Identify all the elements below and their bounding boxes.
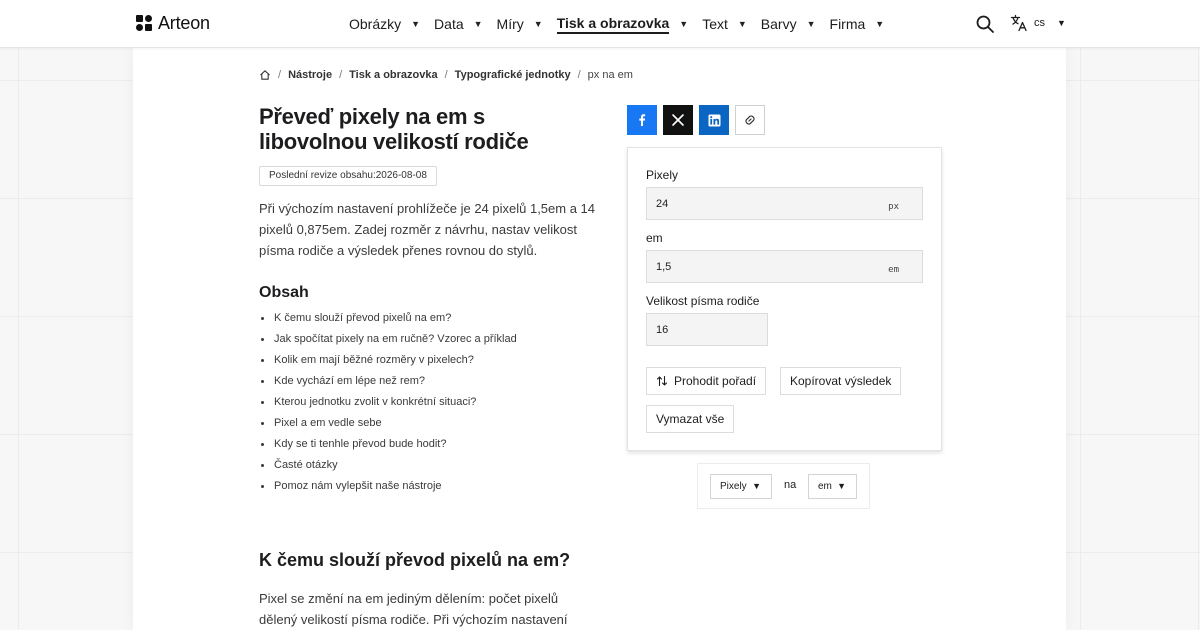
caret-down-icon: ▼ [752, 481, 761, 491]
from-unit-select[interactable]: Pixely ▼ [710, 474, 772, 499]
language-selector[interactable]: cs ▼ [1010, 14, 1066, 32]
swap-arrows-icon [656, 375, 668, 387]
nav-item-label: Firma [829, 16, 866, 32]
toc-item[interactable]: Kde vychází em lépe než rem? [259, 371, 599, 392]
em-label: em [646, 231, 663, 245]
nav-item-label: Barvy [760, 16, 797, 32]
converter-panel: Pixely 24 px em 1,5 em Velikost písma ro… [627, 147, 942, 451]
parent-font-size-input[interactable]: 16 [646, 313, 768, 346]
copy-link-button[interactable] [735, 105, 765, 135]
section-heading: K čemu slouží převod pixelů na em? [259, 550, 571, 570]
facebook-icon [639, 114, 646, 126]
breadcrumb: / Nástroje / Tisk a obrazovka / Typograf… [259, 69, 633, 81]
revision-badge: Poslední revize obsahu:2026-08-08 [259, 166, 437, 186]
search-icon [976, 15, 994, 33]
breadcrumb-item-tools[interactable]: Nástroje [288, 69, 332, 81]
parent-font-size-value: 16 [656, 324, 669, 336]
table-of-contents: K čemu slouží převod pixelů na em? Jak s… [259, 308, 599, 497]
copy-result-button[interactable]: Kopírovat výsledek [780, 367, 902, 395]
toc-item[interactable]: Časté otázky [259, 455, 599, 476]
caret-down-icon: ▼ [737, 19, 747, 29]
breadcrumb-separator: / [278, 69, 282, 81]
nav-item-print-screen[interactable]: Tisk a obrazovka ▼ [556, 15, 689, 34]
nav-item-data[interactable]: Data ▼ [434, 16, 483, 32]
nav-item-measures[interactable]: Míry ▼ [497, 16, 543, 32]
caret-down-icon: ▼ [473, 19, 483, 29]
brand-logo-icon [136, 15, 153, 32]
toc-item[interactable]: Kdy se ti tenhle převod bude hodit? [259, 434, 599, 455]
top-navigation-bar: Arteon Obrázky ▼ Data ▼ Míry ▼ Tisk a ob… [0, 0, 1200, 48]
to-unit-value: em [818, 481, 832, 492]
unit-connector: na [784, 479, 797, 491]
content-card: / Nástroje / Tisk a obrazovka / Typograf… [133, 48, 1066, 630]
breadcrumb-separator: / [444, 69, 448, 81]
clear-all-button[interactable]: Vymazat vše [646, 405, 735, 433]
translate-icon [1010, 14, 1027, 32]
nav-item-company[interactable]: Firma ▼ [830, 16, 885, 32]
copy-result-label: Kopírovat výsledek [790, 374, 892, 388]
nav-item-label: Tisk a obrazovka [556, 15, 670, 34]
breadcrumb-separator: / [339, 69, 343, 81]
intro-paragraph: Při výchozím nastavení prohlížeče je 24 … [259, 201, 596, 258]
breadcrumb-item-print-screen[interactable]: Tisk a obrazovka [349, 69, 437, 81]
caret-down-icon: ▼ [806, 19, 816, 29]
share-x-button[interactable] [663, 105, 693, 135]
parent-font-size-label: Velikost písma rodiče [646, 294, 760, 308]
brand-name: Arteon [158, 13, 210, 33]
nav-item-label: Míry [496, 16, 524, 32]
clear-all-label: Vymazat vše [656, 412, 725, 426]
toc-item[interactable]: Pomoz nám vylepšit naše nástroje [259, 476, 599, 497]
toc-item[interactable]: Kterou jednotku zvolit v konkrétní situa… [259, 392, 599, 413]
share-facebook-button[interactable] [627, 105, 657, 135]
search-button[interactable] [975, 14, 995, 34]
swap-order-button[interactable]: Prohodit pořadí [646, 367, 767, 395]
nav-item-label: Text [702, 16, 728, 32]
link-icon [745, 115, 755, 125]
nav-item-images[interactable]: Obrázky ▼ [349, 16, 420, 32]
share-linkedin-button[interactable] [699, 105, 729, 135]
em-input[interactable]: 1,5 em [646, 250, 923, 283]
nav-item-text[interactable]: Text ▼ [702, 16, 747, 32]
language-code: cs [1034, 17, 1045, 29]
toc-heading: Obsah [259, 284, 309, 301]
to-unit-select[interactable]: em ▼ [808, 474, 857, 499]
share-buttons [627, 105, 765, 135]
pixels-unit: px [888, 202, 899, 212]
nav-item-label: Obrázky [349, 16, 402, 32]
caret-down-icon: ▼ [837, 481, 846, 491]
em-unit: em [888, 265, 899, 275]
breadcrumb-current: px na em [587, 69, 633, 81]
caret-down-icon: ▼ [533, 19, 543, 29]
caret-down-icon: ▼ [875, 19, 885, 29]
unit-selector: Pixely ▼ na em ▼ [697, 463, 870, 509]
caret-down-icon: ▼ [679, 19, 689, 29]
toc-item[interactable]: Pixel a em vedle sebe [259, 413, 599, 434]
linkedin-icon [708, 114, 720, 126]
swap-order-label: Prohodit pořadí [674, 374, 757, 388]
breadcrumb-item-typographic-units[interactable]: Typografické jednotky [455, 69, 571, 81]
nav-item-colors[interactable]: Barvy ▼ [761, 16, 816, 32]
breadcrumb-separator: / [577, 69, 581, 81]
toc-item[interactable]: K čemu slouží převod pixelů na em? [259, 308, 599, 329]
toc-item[interactable]: Jak spočítat pixely na em ručně? Vzorec … [259, 329, 599, 350]
caret-down-icon: ▼ [1057, 18, 1066, 28]
em-value: 1,5 [656, 261, 672, 273]
from-unit-value: Pixely [720, 481, 747, 492]
brand-logo[interactable]: Arteon [136, 13, 210, 34]
page-title: Převeď pixely na em s libovolnou velikos… [259, 104, 529, 154]
pixels-value: 24 [656, 198, 669, 210]
pixels-label: Pixely [646, 168, 679, 182]
pixels-input[interactable]: 24 px [646, 187, 923, 220]
toc-item[interactable]: Kolik em mají běžné rozměry v pixelech? [259, 350, 599, 371]
x-icon [672, 114, 684, 126]
main-nav: Obrázky ▼ Data ▼ Míry ▼ Tisk a obrazovka… [349, 0, 898, 48]
home-icon[interactable] [259, 69, 271, 81]
section-paragraph: Pixel se změní na em jediným dělením: po… [259, 591, 568, 627]
caret-down-icon: ▼ [411, 19, 421, 29]
nav-item-label: Data [434, 16, 464, 32]
